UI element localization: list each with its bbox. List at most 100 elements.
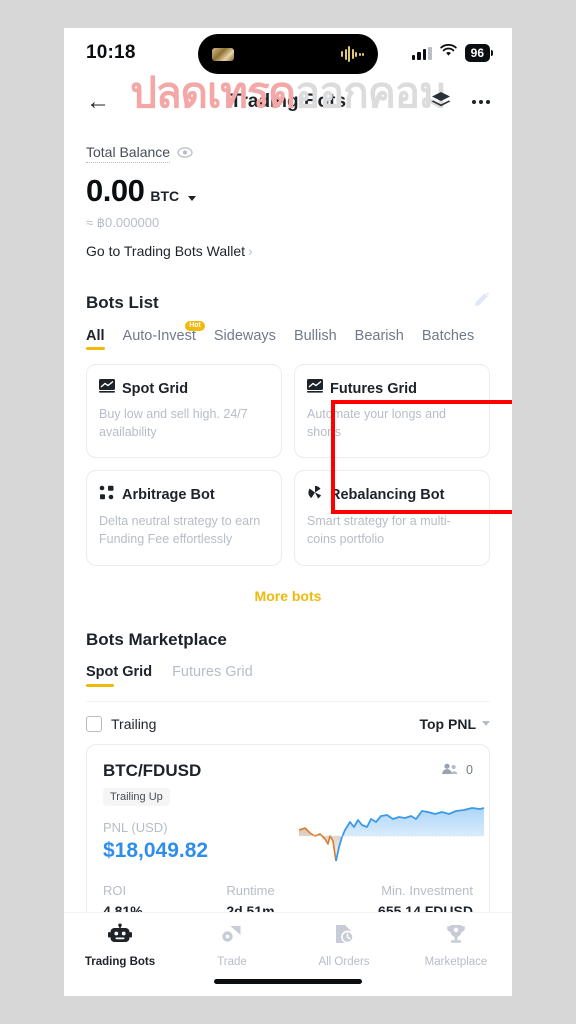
home-indicator [214,979,362,984]
cellular-signal-icon [411,46,432,60]
chevron-down-icon[interactable] [188,196,197,201]
bots-list-section: Bots List All Auto-Invest Hot Sideways B… [64,291,512,604]
bot-card-title: Rebalancing Bot [330,487,445,504]
metric-min-investment: Min. Investment 655.14 FDUSD [350,883,473,913]
metric-roi: ROI 4.81% [103,883,226,913]
scroll-content[interactable]: Total Balance 0.00 BTC ≈ ฿0.000000 Go to… [64,126,512,912]
bot-card-desc: Buy low and sell high. 24/7 availability [99,407,248,440]
tab-auto-invest[interactable]: Auto-Invest Hot [122,321,205,350]
more-bots-link[interactable]: More bots [86,588,490,604]
tab-batches-label: Batches [421,328,475,344]
bot-card-title: Spot Grid [122,380,189,397]
metric-value: 4.81% [103,902,143,913]
robot-icon [108,923,132,950]
metric-runtime: Runtime 2d 51m [226,883,349,913]
metric-label: Min. Investment [381,882,473,898]
audio-waveform-icon [341,46,364,62]
nav-label: Trading Bots [84,956,156,968]
tab-sideways-label: Sideways [213,328,276,344]
nav-label: All Orders [318,956,370,968]
tab-all[interactable]: All [86,328,105,350]
bot-card-desc: Smart strategy for a multi-coins portfol… [307,514,451,547]
tab-all-label: All [86,328,105,344]
users-count: 0 [466,763,473,777]
tab-batches[interactable]: Batches [422,328,474,350]
nav-label: Marketplace [424,956,488,968]
nav-item-all-orders[interactable]: All Orders [288,923,400,968]
sort-dropdown[interactable]: Top PNL [419,716,490,732]
chevron-down-icon [482,721,490,726]
tab-bearish-label: Bearish [354,328,404,344]
wallet-link-label: Go to Trading Bots Wallet [86,243,245,259]
marketplace-tab-spot-grid[interactable]: Spot Grid [86,664,152,687]
nav-item-trading-bots[interactable]: Trading Bots [64,923,176,968]
trading-bots-wallet-link[interactable]: Go to Trading Bots Wallet › [86,243,490,259]
status-time: 10:18 [86,42,136,63]
battery-indicator: 96 [464,44,494,62]
bot-card-rebalancing-bot[interactable]: Rebalancing Bot Smart strategy for a mul… [294,470,490,566]
metric-label: Runtime [226,882,275,898]
trade-icon [220,923,244,950]
bot-pair-name: BTC/FDUSD [103,760,202,780]
trailing-label: Trailing [111,715,157,732]
bots-list-title: Bots List [86,292,159,312]
rebalancing-bot-icon [307,485,323,505]
tab-auto-invest-label: Auto-Invest [122,328,196,344]
balance-amount: 0.00 [86,173,145,208]
metric-value: 655.14 FDUSD [378,902,473,913]
marketplace-tab-label: Futures Grid [172,663,253,680]
marketplace-section: Bots Marketplace Spot Grid Futures Grid … [64,629,512,913]
sort-label: Top PNL [419,715,476,732]
status-bar: 10:18 96 [64,28,512,78]
bot-cards-grid: Spot Grid Buy low and sell high. 24/7 av… [86,364,490,566]
dynamic-island[interactable] [198,34,378,74]
metric-value: 2d 51m [226,902,275,913]
bot-card-desc: Delta neutral strategy to earn Funding F… [99,514,261,547]
marketplace-tab-label: Spot Grid [86,663,153,680]
marketplace-tab-futures-grid[interactable]: Futures Grid [172,664,253,687]
tab-bullish-label: Bullish [293,328,337,344]
tab-bearish[interactable]: Bearish [355,328,404,350]
balance-currency[interactable]: BTC [150,188,179,204]
balance-approx: ≈ ฿0.000000 [86,215,160,230]
tab-bullish[interactable]: Bullish [294,328,337,350]
eye-visibility-icon[interactable] [177,145,193,163]
bot-card-title: Futures Grid [330,380,418,397]
status-indicators: 96 [411,43,494,62]
spot-grid-icon [99,379,115,398]
balance-label: Total Balance [86,144,171,163]
bot-card-futures-grid[interactable]: Futures Grid Automate your longs and sho… [294,364,490,459]
arbitrage-bot-icon [99,485,115,505]
marketplace-bot-card[interactable]: BTC/FDUSD Trailing Up 0 PNL (USD) $18,04… [86,743,490,913]
orders-clock-icon [332,923,356,950]
bot-card-spot-grid[interactable]: Spot Grid Buy low and sell high. 24/7 av… [86,364,282,459]
trophy-icon [444,923,468,950]
metric-label: ROI [103,882,127,898]
layers-icon[interactable] [430,90,452,115]
marketplace-title: Bots Marketplace [86,629,227,649]
phone-screen: 10:18 96 ปลดเทรดออกคอม ← Trading Bots To… [64,28,512,996]
chevron-right-icon: › [248,243,253,259]
tab-sideways[interactable]: Sideways [214,328,276,350]
balance-section: Total Balance 0.00 BTC ≈ ฿0.000000 Go to… [64,126,512,263]
pnl-sparkline-chart [298,806,485,861]
bot-card-desc: Automate your longs and shorts [307,407,446,440]
nav-label: Trade [217,956,247,968]
marketplace-tabs[interactable]: Spot Grid Futures Grid [86,664,490,687]
bot-card-arbitrage-bot[interactable]: Arbitrage Bot Delta neutral strategy to … [86,470,282,566]
bots-list-tabs[interactable]: All Auto-Invest Hot Sideways Bullish Bea… [86,321,490,350]
app-header: ← Trading Bots [64,78,512,126]
bottom-navigation: Trading Bots Trade All Orders Marketplac… [64,912,512,996]
edit-pencil-icon[interactable] [472,291,490,314]
marketplace-filter-row: Trailing Top PNL [86,700,490,732]
status-badge: Trailing Up [103,787,170,806]
more-options-icon[interactable] [472,100,490,104]
copy-count: 0 [441,763,473,778]
nav-item-trade[interactable]: Trade [176,923,288,968]
hot-badge: Hot [185,321,205,332]
users-icon [441,763,458,778]
bot-card-title: Arbitrage Bot [122,487,215,504]
nav-item-marketplace[interactable]: Marketplace [400,923,512,968]
trailing-checkbox[interactable] [86,715,102,732]
futures-grid-icon [307,379,323,398]
